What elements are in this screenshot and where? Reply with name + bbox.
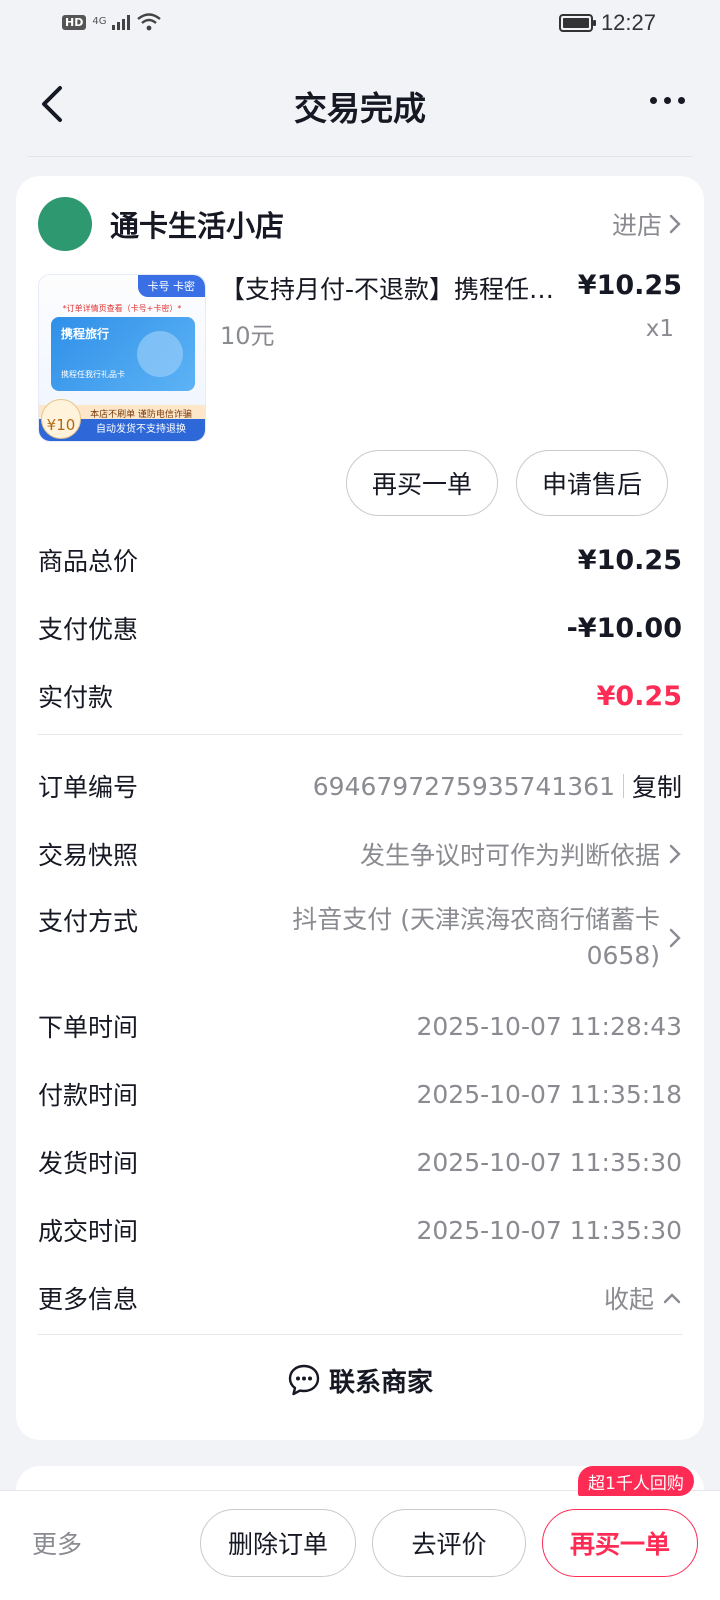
deal-time-value: 2025-10-07 11:35:30 xyxy=(416,1215,682,1245)
pay-time-value: 2025-10-07 11:35:18 xyxy=(416,1079,682,1109)
more-info-row[interactable]: 更多信息 收起 xyxy=(38,1264,682,1332)
shop-row: 通卡生活小店 进店 xyxy=(38,196,682,252)
collapse-toggle[interactable]: 收起 xyxy=(604,1280,682,1316)
pay-method-value: 抖音支付 (天津滨海农商行储蓄卡 0658) xyxy=(292,905,660,970)
product-thumbnail[interactable]: 卡号 卡密 *订单详情页查看（卡号+卡密）* 携程旅行 携程任我行礼品卡 本店不… xyxy=(38,274,206,442)
product-quantity: x1 xyxy=(645,316,674,342)
header: 交易完成 xyxy=(0,60,720,150)
header-divider xyxy=(28,156,692,157)
total-price-value: ¥10.25 xyxy=(577,544,682,576)
product-title[interactable]: 【支持月付-不退款】携程任… xyxy=(220,270,576,306)
order-card: 通卡生活小店 进店 卡号 卡密 *订单详情页查看（卡号+卡密）* 携程旅行 携程… xyxy=(16,176,704,1440)
enter-shop-link[interactable]: 进店 xyxy=(612,206,682,242)
chat-bubble-icon xyxy=(288,1364,320,1396)
contact-merchant-button[interactable]: 联系商家 xyxy=(16,1352,704,1408)
section-divider xyxy=(38,1334,682,1335)
rebuy-badge: 超1千人回购 xyxy=(578,1466,694,1496)
order-number: 6946797275935741361 xyxy=(312,771,615,801)
order-number-label: 订单编号 xyxy=(38,773,139,802)
gift-card-image: 携程旅行 携程任我行礼品卡 xyxy=(51,317,195,391)
contact-merchant-label: 联系商家 xyxy=(328,1367,433,1398)
thumb-price-badge: ¥10 xyxy=(41,399,81,439)
status-right: 12:27 xyxy=(558,10,656,36)
deal-time-row: 成交时间 2025-10-07 11:35:30 xyxy=(38,1196,682,1264)
ship-time-value: 2025-10-07 11:35:30 xyxy=(416,1147,682,1177)
snapshot-label: 交易快照 xyxy=(38,841,139,870)
pay-method-row[interactable]: 支付方式 抖音支付 (天津滨海农商行储蓄卡 0658) xyxy=(38,888,682,992)
rebuy-button[interactable]: 再买一单 xyxy=(542,1509,698,1577)
pay-method-label: 支付方式 xyxy=(38,907,139,936)
order-number-value-group: 6946797275935741361 复制 xyxy=(313,768,682,804)
discount-value: -¥10.00 xyxy=(566,612,682,644)
discount-label: 支付优惠 xyxy=(38,615,139,644)
review-button[interactable]: 去评价 xyxy=(372,1509,526,1577)
network-type: 4G xyxy=(92,16,107,27)
battery-icon xyxy=(558,14,596,32)
snapshot-value: 发生争议时可作为判断依据 xyxy=(359,841,660,870)
deal-time-label: 成交时间 xyxy=(38,1217,139,1246)
clock: 12:27 xyxy=(600,10,656,35)
order-time-value: 2025-10-07 11:28:43 xyxy=(416,1011,682,1041)
product-spec: 10元 xyxy=(220,322,275,350)
signal-icon xyxy=(112,14,131,30)
shop-avatar[interactable] xyxy=(38,197,92,251)
shop-name[interactable]: 通卡生活小店 xyxy=(110,203,284,245)
more-button[interactable]: 更多 xyxy=(32,1525,82,1561)
pay-method-value-group: 抖音支付 (天津滨海农商行储蓄卡 0658) xyxy=(264,902,682,974)
enter-shop-label: 进店 xyxy=(611,211,662,240)
total-price-label: 商品总价 xyxy=(38,547,139,576)
chevron-right-icon xyxy=(669,928,681,948)
dolphin-logo-icon xyxy=(137,331,183,377)
paid-amount-label: 实付款 xyxy=(38,683,114,712)
pay-time-row: 付款时间 2025-10-07 11:35:18 xyxy=(38,1060,682,1128)
discount-row: 支付优惠 -¥10.00 xyxy=(38,594,682,662)
rebuy-item-button[interactable]: 再买一单 xyxy=(346,450,498,516)
chevron-up-icon xyxy=(663,1293,681,1304)
thumb-sub: 携程任我行礼品卡 xyxy=(61,370,125,379)
delete-order-button[interactable]: 删除订单 xyxy=(200,1509,356,1577)
ship-time-label: 发货时间 xyxy=(38,1149,139,1178)
after-sale-button[interactable]: 申请售后 xyxy=(516,450,668,516)
paid-amount-row: 实付款 ¥0.25 xyxy=(38,662,682,730)
status-left: HD 4G xyxy=(62,12,162,32)
hd-badge: HD xyxy=(62,14,87,30)
copy-button[interactable]: 复制 xyxy=(632,768,682,804)
more-info-label: 更多信息 xyxy=(38,1285,139,1314)
paid-amount-value: ¥0.25 xyxy=(596,680,682,712)
thumb-note: *订单详情页查看（卡号+卡密）* xyxy=(62,304,182,313)
order-time-row: 下单时间 2025-10-07 11:28:43 xyxy=(38,992,682,1060)
collapse-label: 收起 xyxy=(603,1285,654,1314)
price-summary: 商品总价 ¥10.25 支付优惠 -¥10.00 实付款 ¥0.25 xyxy=(38,526,682,730)
order-time-label: 下单时间 xyxy=(38,1013,139,1042)
pay-time-label: 付款时间 xyxy=(38,1081,139,1110)
chevron-right-icon xyxy=(669,844,681,864)
thumb-tag: 卡号 卡密 xyxy=(137,275,205,297)
page-title: 交易完成 xyxy=(294,89,426,128)
more-options-icon[interactable] xyxy=(650,90,690,110)
section-divider xyxy=(38,734,682,735)
chevron-right-icon xyxy=(669,214,681,234)
bottom-action-bar: 更多 删除订单 去评价 再买一单 xyxy=(0,1490,720,1600)
wifi-icon xyxy=(137,13,162,31)
status-bar: HD 4G 12:27 xyxy=(0,0,720,50)
order-info: 订单编号 6946797275935741361 复制 交易快照 发生争议时可作… xyxy=(38,752,682,1332)
total-price-row: 商品总价 ¥10.25 xyxy=(38,526,682,594)
snapshot-value-group: 发生争议时可作为判断依据 xyxy=(360,836,682,872)
product-price: ¥10.25 xyxy=(577,270,682,301)
copy-separator xyxy=(622,774,624,798)
snapshot-row[interactable]: 交易快照 发生争议时可作为判断依据 xyxy=(38,820,682,888)
order-number-row: 订单编号 6946797275935741361 复制 xyxy=(38,752,682,820)
ship-time-row: 发货时间 2025-10-07 11:35:30 xyxy=(38,1128,682,1196)
thumb-brand: 携程旅行 xyxy=(61,327,110,341)
